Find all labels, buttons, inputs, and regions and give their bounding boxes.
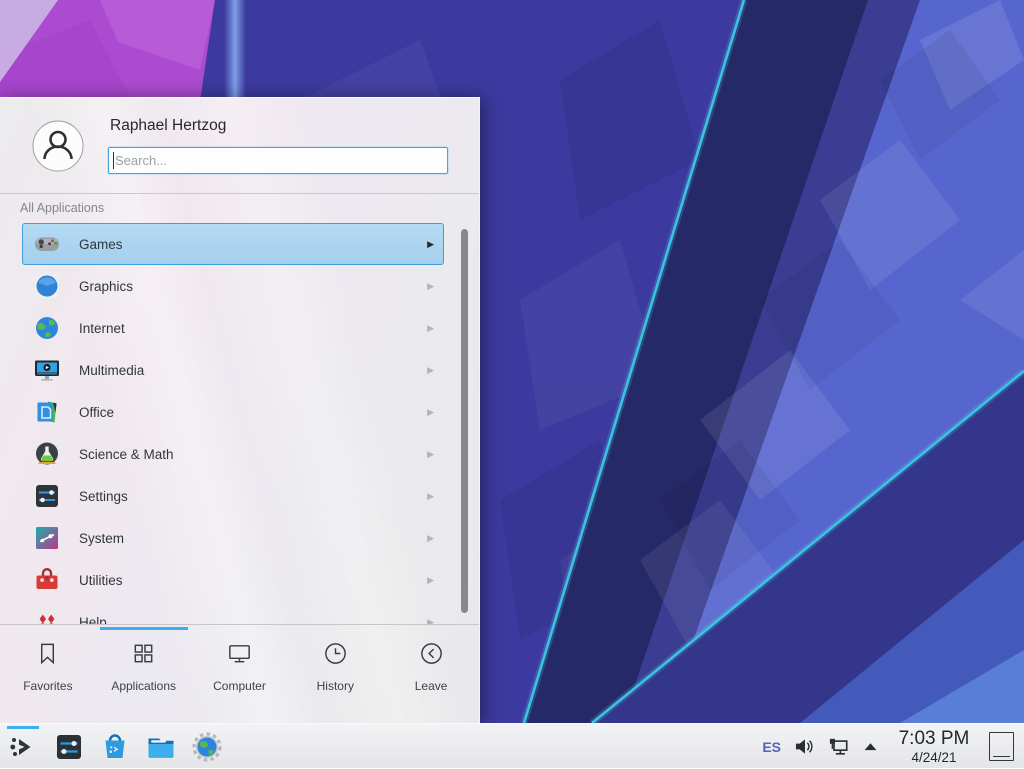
menu-item-label: Internet bbox=[79, 321, 427, 336]
applications-icon bbox=[130, 640, 157, 672]
category-list: Games ▶ Graphics ▶ Internet ▶ Multimedia… bbox=[0, 223, 480, 625]
volume-icon[interactable] bbox=[794, 737, 815, 756]
launcher-header: Raphael Hertzog bbox=[0, 98, 479, 194]
taskbar-app-icons bbox=[6, 724, 236, 769]
text-cursor bbox=[113, 152, 114, 169]
submenu-arrow-icon: ▶ bbox=[427, 407, 434, 418]
menu-item-label: Games bbox=[79, 237, 427, 252]
tab-leave[interactable]: Leave bbox=[383, 625, 479, 723]
show-desktop-button[interactable] bbox=[989, 732, 1014, 761]
dolphin-icon bbox=[146, 732, 176, 762]
submenu-arrow-icon: ▶ bbox=[427, 449, 434, 460]
submenu-arrow-icon: ▶ bbox=[427, 491, 434, 502]
taskbar-discover-button[interactable] bbox=[98, 730, 132, 764]
kde-launcher-icon bbox=[8, 732, 38, 762]
menu-item-label: Utilities bbox=[79, 573, 427, 588]
utilities-icon bbox=[33, 566, 61, 594]
menu-item-label: Office bbox=[79, 405, 427, 420]
keyboard-layout-indicator[interactable]: ES bbox=[762, 739, 781, 755]
submenu-arrow-icon: ▶ bbox=[427, 281, 434, 292]
menu-item-label: Settings bbox=[79, 489, 427, 504]
tab-label: Favorites bbox=[23, 679, 72, 693]
tab-computer[interactable]: Computer bbox=[192, 625, 288, 723]
submenu-arrow-icon: ▶ bbox=[427, 239, 434, 250]
tab-applications[interactable]: Applications bbox=[96, 625, 192, 723]
menu-item-utilities[interactable]: Utilities ▶ bbox=[22, 559, 444, 601]
menu-item-games[interactable]: Games ▶ bbox=[22, 223, 444, 265]
search-input[interactable] bbox=[108, 147, 448, 174]
tab-label: History bbox=[317, 679, 354, 693]
menu-item-system[interactable]: System ▶ bbox=[22, 517, 444, 559]
active-tab-indicator bbox=[100, 627, 188, 630]
expand-tray-icon[interactable] bbox=[863, 741, 878, 752]
computer-icon bbox=[226, 640, 253, 672]
system-settings-icon bbox=[54, 732, 84, 762]
globe-browser-icon bbox=[192, 732, 222, 762]
menu-item-label: Graphics bbox=[79, 279, 427, 294]
games-icon bbox=[33, 230, 61, 258]
user-avatar-icon bbox=[32, 120, 84, 172]
favorites-icon bbox=[34, 640, 61, 672]
menu-item-help[interactable]: Help ▶ bbox=[22, 601, 444, 625]
submenu-arrow-icon: ▶ bbox=[427, 575, 434, 586]
taskbar: ES bbox=[0, 723, 1024, 768]
menu-item-settings[interactable]: Settings ▶ bbox=[22, 475, 444, 517]
menu-item-label: Multimedia bbox=[79, 363, 427, 378]
taskbar-file-manager-button[interactable] bbox=[144, 730, 178, 764]
taskbar-system-settings-button[interactable] bbox=[52, 730, 86, 764]
menu-item-office[interactable]: Office ▶ bbox=[22, 391, 444, 433]
settings-icon bbox=[33, 482, 61, 510]
user-name: Raphael Hertzog bbox=[110, 117, 226, 135]
clock[interactable]: 7:03 PM 4/24/21 bbox=[891, 729, 977, 765]
tab-label: Leave bbox=[415, 679, 448, 693]
system-tray: ES bbox=[762, 724, 1024, 769]
menu-item-science-math[interactable]: Science & Math ▶ bbox=[22, 433, 444, 475]
menu-item-graphics[interactable]: Graphics ▶ bbox=[22, 265, 444, 307]
menu-item-internet[interactable]: Internet ▶ bbox=[22, 307, 444, 349]
tab-label: Computer bbox=[213, 679, 266, 693]
help-icon bbox=[33, 608, 61, 625]
internet-icon bbox=[33, 314, 61, 342]
submenu-arrow-icon: ▶ bbox=[427, 533, 434, 544]
system-icon bbox=[33, 524, 61, 552]
office-icon bbox=[33, 398, 61, 426]
network-icon[interactable] bbox=[828, 737, 850, 757]
clock-date: 4/24/21 bbox=[891, 751, 977, 765]
menu-item-label: Science & Math bbox=[79, 447, 427, 462]
submenu-arrow-icon: ▶ bbox=[427, 365, 434, 376]
discover-icon bbox=[100, 732, 130, 762]
taskbar-web-browser-button[interactable] bbox=[190, 730, 224, 764]
graphics-icon bbox=[33, 272, 61, 300]
history-icon bbox=[322, 640, 349, 672]
menu-item-multimedia[interactable]: Multimedia ▶ bbox=[22, 349, 444, 391]
tab-history[interactable]: History bbox=[287, 625, 383, 723]
launcher-tab-bar: Favorites Applications Computer History … bbox=[0, 624, 479, 723]
tab-label: Applications bbox=[111, 679, 176, 693]
scrollbar-thumb[interactable] bbox=[461, 229, 468, 613]
multimedia-icon bbox=[33, 356, 61, 384]
active-app-indicator bbox=[7, 726, 39, 729]
taskbar-application-launcher-button[interactable] bbox=[6, 730, 40, 764]
section-label: All Applications bbox=[20, 201, 104, 215]
desktop: Raphael Hertzog All Applications Games ▶… bbox=[0, 0, 1024, 768]
menu-item-label: System bbox=[79, 531, 427, 546]
clock-time: 7:03 PM bbox=[891, 729, 977, 748]
user-avatar[interactable] bbox=[32, 120, 84, 172]
submenu-arrow-icon: ▶ bbox=[427, 323, 434, 334]
tab-favorites[interactable]: Favorites bbox=[0, 625, 96, 723]
application-launcher-menu: Raphael Hertzog All Applications Games ▶… bbox=[0, 97, 480, 723]
leave-icon bbox=[418, 640, 445, 672]
science-icon bbox=[33, 440, 61, 468]
